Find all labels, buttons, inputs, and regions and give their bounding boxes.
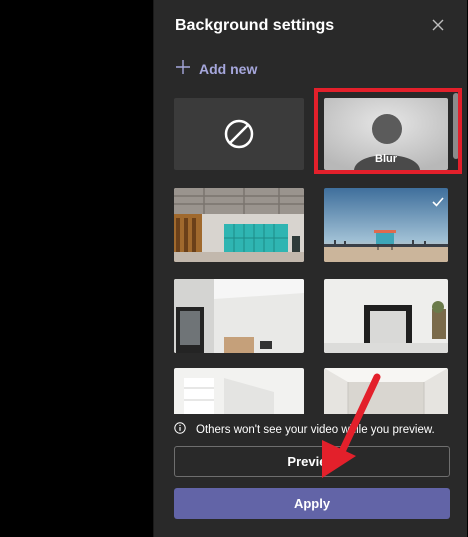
background-tile-beach[interactable]: [324, 188, 448, 262]
background-tile-white-loft[interactable]: [174, 368, 304, 414]
office-image: [174, 188, 304, 262]
background-tile-blur[interactable]: Blur: [324, 98, 448, 170]
plus-icon: [175, 59, 191, 80]
scrollbar[interactable]: [453, 93, 459, 159]
selected-check-icon: [432, 194, 444, 212]
add-new-button[interactable]: Add new: [175, 58, 257, 80]
beach-image: [324, 188, 448, 262]
white-room-mirror-image: [324, 279, 448, 353]
background-tile-white-room-window[interactable]: [174, 279, 304, 353]
close-icon[interactable]: [430, 17, 446, 33]
no-background-icon: [224, 119, 254, 149]
preview-notice: Others won't see your video while you pr…: [174, 421, 435, 439]
background-settings-panel: Background settings Add new Blur Others …: [153, 0, 467, 537]
background-tile-white-room-mirror[interactable]: [324, 279, 448, 353]
add-new-label: Add new: [199, 61, 258, 77]
background-grid: Blur: [154, 92, 467, 414]
white-room-window-image: [174, 279, 304, 353]
info-icon: [174, 421, 186, 439]
blur-label: Blur: [375, 153, 397, 165]
notice-text: Others won't see your video while you pr…: [196, 424, 435, 436]
preview-button[interactable]: Preview: [174, 446, 450, 477]
white-room-light-image: [324, 368, 448, 414]
background-tile-white-room-light[interactable]: [324, 368, 448, 414]
apply-button[interactable]: Apply: [174, 488, 450, 519]
background-tile-none[interactable]: [174, 98, 304, 170]
white-loft-image: [174, 368, 304, 414]
panel-title: Background settings: [175, 17, 335, 34]
background-tile-office[interactable]: [174, 188, 304, 262]
